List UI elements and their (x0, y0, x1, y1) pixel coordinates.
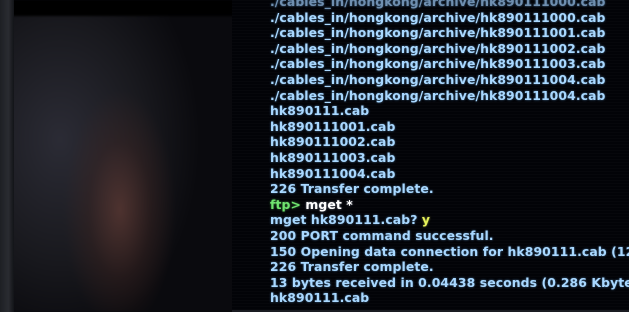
terminal-line: 150 Opening data connection for hk890111… (270, 243, 629, 259)
terminal-line: ./cables_in/hongkong/archive/hk890111004… (270, 71, 606, 87)
terminal-line: ./cables_in/hongkong/archive/hk890111002… (270, 40, 606, 56)
terminal-line: hk890111.cab (270, 103, 370, 119)
terminal-line: hk890111.cab (270, 290, 370, 306)
terminal-line: ./cables_in/hongkong/archive/hk890111004… (270, 87, 606, 103)
ftp-command-line[interactable]: ftp> mget * (270, 197, 629, 213)
ftp-prompt: ftp> (270, 196, 301, 212)
terminal-line: ./cables_in/hongkong/archive/hk890111001… (270, 25, 606, 41)
terminal-window[interactable]: ./cables_in/hongkong/archive/hk890111000… (232, 0, 629, 312)
terminal-line: hk890111003.cab (270, 149, 396, 165)
terminal-line: ./cables_in/hongkong/archive/hk890111003… (270, 56, 606, 72)
terminal-line: hk890111002.cab (270, 134, 396, 150)
terminal-line: hk890111001.cab (270, 118, 396, 134)
terminal-line: 13 bytes received in 0.04438 seconds (0.… (270, 274, 629, 290)
terminal-line: hk890111004.cab (270, 165, 396, 181)
screenshot-scene: ./cables_in/hongkong/archive/hk890111000… (0, 0, 629, 312)
monitor-bezel (0, 0, 14, 312)
confirm-question: mget hk890111.cab? (270, 212, 418, 228)
terminal-line: 200 PORT command successful. (270, 227, 494, 243)
terminal-line: ./cables_in/hongkong/archive/hk890111000… (270, 0, 606, 9)
confirm-line: mget hk890111.cab? y (270, 212, 629, 228)
terminal-line: 226 Transfer complete. (270, 259, 434, 275)
blurred-foreground-figure (0, 0, 235, 312)
terminal-line: 226 Transfer complete. (270, 181, 434, 197)
typed-command: mget * (305, 196, 353, 212)
confirm-answer: y (421, 212, 431, 228)
terminal-output: ./cables_in/hongkong/archive/hk890111000… (270, 0, 629, 306)
terminal-line: ./cables_in/hongkong/archive/hk890111000… (270, 9, 606, 25)
